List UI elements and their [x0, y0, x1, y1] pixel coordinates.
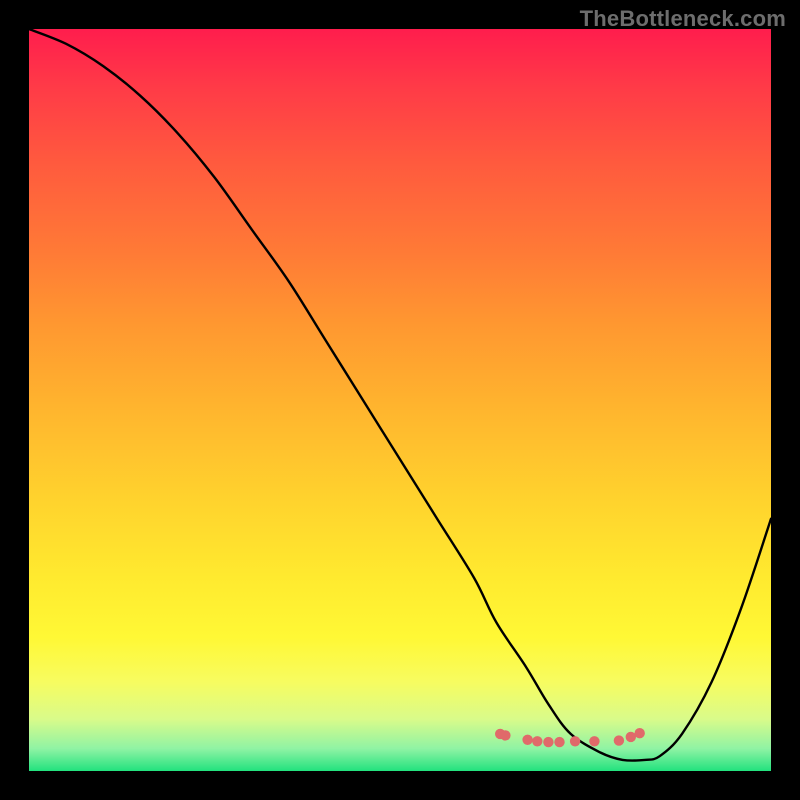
- plot-area: [29, 29, 771, 771]
- marker-dot: [626, 732, 636, 742]
- marker-dot: [500, 730, 510, 740]
- marker-dot: [554, 737, 564, 747]
- marker-dot: [522, 735, 532, 745]
- curve-layer: [29, 29, 771, 771]
- marker-dot: [635, 728, 645, 738]
- marker-dot: [614, 735, 624, 745]
- marker-dots: [495, 728, 645, 747]
- marker-dot: [589, 736, 599, 746]
- marker-dot: [570, 736, 580, 746]
- marker-dot: [532, 736, 542, 746]
- marker-dot: [543, 737, 553, 747]
- bottleneck-curve: [29, 29, 771, 761]
- chart-canvas: TheBottleneck.com: [0, 0, 800, 800]
